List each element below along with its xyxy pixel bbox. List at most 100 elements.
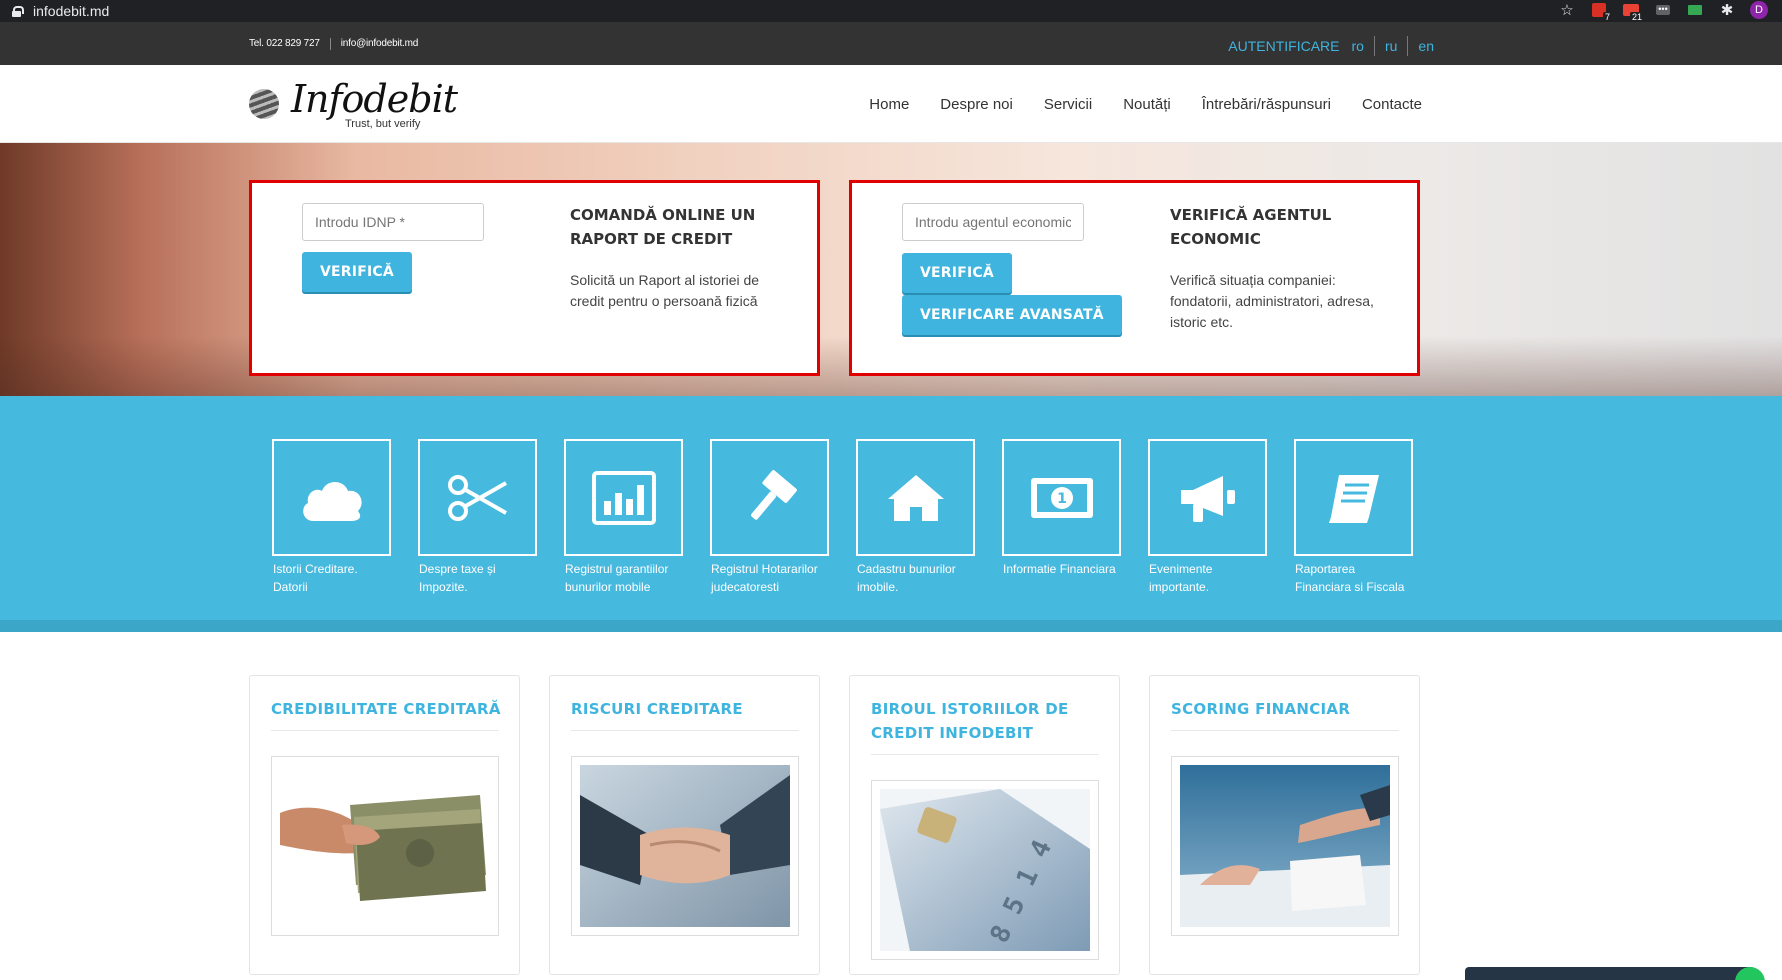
service-tile[interactable] bbox=[1148, 439, 1267, 556]
article-title[interactable]: BIROUL ISTORIILOR DE CREDIT INFODEBIT bbox=[871, 697, 1101, 745]
divider bbox=[271, 730, 499, 731]
service-events[interactable]: Evenimente importante. bbox=[1148, 439, 1268, 596]
article-title[interactable]: CREDIBILITATE CREDITARĂ bbox=[271, 697, 501, 721]
lang-ro[interactable]: ro bbox=[1352, 38, 1364, 54]
nav-news[interactable]: Noutăți bbox=[1123, 96, 1171, 113]
gmail-icon[interactable]: 21 bbox=[1622, 1, 1644, 22]
site-logo[interactable]: Infodebit Trust, but verify bbox=[249, 75, 458, 135]
card-description: Solicită un Raport al istoriei de credit… bbox=[570, 272, 760, 309]
divider bbox=[571, 730, 799, 731]
service-tile[interactable] bbox=[564, 439, 683, 556]
home-icon bbox=[887, 474, 944, 521]
money-icon: 1 bbox=[1030, 477, 1093, 518]
idnp-input[interactable] bbox=[302, 203, 484, 241]
globe-icon bbox=[249, 89, 279, 119]
divider bbox=[1407, 35, 1409, 56]
login-link[interactable]: AUTENTIFICARE bbox=[1228, 38, 1339, 54]
divider bbox=[329, 37, 331, 50]
service-label: Raportarea Financiara si Fiscala bbox=[1295, 562, 1405, 594]
service-taxes[interactable]: Despre taxe și Impozite. bbox=[418, 439, 538, 596]
article-title[interactable]: RISCURI CREDITARE bbox=[571, 697, 801, 721]
dots-extension-icon[interactable]: ••• bbox=[1654, 1, 1672, 19]
nav-home[interactable]: Home bbox=[869, 96, 909, 113]
nav-faq[interactable]: Întrebări/răspunsuri bbox=[1202, 96, 1331, 113]
service-court-decisions[interactable]: Registrul Hotararilor judecatoresti bbox=[710, 439, 830, 596]
hands-documents-image bbox=[1180, 765, 1390, 927]
article-card-credit-bureau[interactable]: BIROUL ISTORIILOR DE CREDIT INFODEBIT 8 … bbox=[849, 675, 1120, 975]
company-input[interactable] bbox=[902, 203, 1084, 241]
lang-en[interactable]: en bbox=[1418, 38, 1434, 54]
article-image[interactable] bbox=[271, 756, 499, 936]
site-header: Infodebit Trust, but verify Home Despre … bbox=[0, 65, 1782, 143]
contact-info: Tel. 022 829 727 info@infodebit.md bbox=[249, 22, 418, 65]
lock-icon[interactable] bbox=[12, 5, 24, 17]
article-card-credibility[interactable]: CREDIBILITATE CREDITARĂ bbox=[249, 675, 520, 975]
extension-badge: 7 bbox=[1602, 12, 1612, 22]
card-description: Verifică situația companiei: fondatorii,… bbox=[1170, 272, 1374, 330]
cloud-icon bbox=[302, 481, 362, 521]
service-label: Informatie Financiara bbox=[1003, 562, 1116, 576]
verify-button[interactable]: VERIFICĂ bbox=[302, 252, 412, 292]
nav-contact[interactable]: Contacte bbox=[1362, 96, 1422, 113]
service-tile[interactable]: 1 bbox=[1002, 439, 1121, 556]
advanced-check-button[interactable]: VERIFICARE AVANSATĂ bbox=[902, 295, 1122, 335]
service-tile[interactable] bbox=[710, 439, 829, 556]
phone-number: Tel. 022 829 727 bbox=[249, 38, 320, 49]
extension-red-icon[interactable]: 7 bbox=[1590, 1, 1612, 22]
credit-card-image: 8 5 1 4 bbox=[880, 789, 1090, 951]
top-bar: Tel. 022 829 727 info@infodebit.md AUTEN… bbox=[0, 22, 1782, 65]
logo-wordmark: Infodebit bbox=[291, 77, 458, 121]
divider bbox=[1373, 35, 1375, 56]
chat-widget-bar[interactable] bbox=[1465, 967, 1755, 980]
bar-chart-icon bbox=[591, 470, 656, 525]
green-extension-icon[interactable] bbox=[1686, 1, 1704, 19]
service-label: Despre taxe și Impozite. bbox=[419, 562, 496, 594]
address-bar[interactable]: infodebit.md bbox=[33, 3, 109, 19]
service-tile[interactable] bbox=[418, 439, 537, 556]
article-title[interactable]: SCORING FINANCIAR bbox=[1171, 697, 1401, 721]
gavel-icon bbox=[750, 469, 797, 520]
article-card-risks[interactable]: RISCURI CREDITARE bbox=[549, 675, 820, 975]
service-label: Registrul garantiilor bunurilor mobile bbox=[565, 562, 669, 594]
scissors-icon bbox=[447, 474, 507, 521]
service-credit-history[interactable]: Istorii Creditare. Datorii bbox=[272, 439, 392, 596]
service-financial-info[interactable]: 1 Informatie Financiara bbox=[1002, 439, 1122, 578]
article-image[interactable] bbox=[571, 756, 799, 936]
service-tile[interactable] bbox=[1294, 439, 1413, 556]
services-strip: Istorii Creditare. Datorii Despre taxe ș… bbox=[0, 396, 1782, 620]
article-card-scoring[interactable]: SCORING FINANCIAR bbox=[1149, 675, 1420, 975]
card-title: COMANDĂ ONLINE UN RAPORT DE CREDIT bbox=[570, 206, 756, 248]
verify-company-button[interactable]: VERIFICĂ bbox=[902, 253, 1012, 293]
nav-about[interactable]: Despre noi bbox=[940, 96, 1013, 113]
divider bbox=[1171, 730, 1399, 731]
gmail-badge: 21 bbox=[1629, 12, 1644, 22]
divider bbox=[871, 754, 1099, 755]
article-image[interactable] bbox=[1171, 756, 1399, 936]
service-movable-assets[interactable]: Registrul garantiilor bunurilor mobile bbox=[564, 439, 684, 596]
handshake-image bbox=[580, 765, 790, 927]
profile-avatar[interactable]: D bbox=[1750, 1, 1768, 19]
hero-section: VERIFICĂ COMANDĂ ONLINE UN RAPORT DE CRE… bbox=[0, 143, 1782, 396]
company-check-card: VERIFICĂ VERIFICARE AVANSATĂ VERIFICĂ AG… bbox=[849, 180, 1420, 376]
star-icon[interactable]: ☆ bbox=[1558, 1, 1576, 19]
credit-report-card: VERIFICĂ COMANDĂ ONLINE UN RAPORT DE CRE… bbox=[249, 180, 820, 376]
svg-text:1: 1 bbox=[1057, 491, 1067, 507]
email-link[interactable]: info@infodebit.md bbox=[341, 38, 419, 49]
main-nav: Home Despre noi Servicii Noutăți Întrebă… bbox=[869, 65, 1422, 143]
browser-extensions: ☆ 7 21 ••• ✱ D bbox=[1558, 1, 1768, 22]
megaphone-icon bbox=[1180, 475, 1235, 522]
lang-ru[interactable]: ru bbox=[1385, 38, 1397, 54]
puzzle-icon[interactable]: ✱ bbox=[1718, 1, 1736, 19]
service-tile[interactable] bbox=[272, 439, 391, 556]
logo-tagline: Trust, but verify bbox=[345, 118, 421, 130]
money-hand-image bbox=[280, 765, 490, 927]
card-title: VERIFICĂ AGENTUL ECONOMIC bbox=[1170, 206, 1332, 248]
article-image[interactable]: 8 5 1 4 bbox=[871, 780, 1099, 960]
service-financial-reporting[interactable]: Raportarea Financiara si Fiscala bbox=[1294, 439, 1414, 596]
service-real-estate[interactable]: Cadastru bunurilor imobile. bbox=[856, 439, 976, 596]
language-switcher: AUTENTIFICARE ro ru en bbox=[1228, 22, 1434, 69]
nav-services[interactable]: Servicii bbox=[1044, 96, 1092, 113]
service-label: Istorii Creditare. Datorii bbox=[273, 562, 358, 594]
service-tile[interactable] bbox=[856, 439, 975, 556]
book-icon bbox=[1328, 474, 1379, 523]
